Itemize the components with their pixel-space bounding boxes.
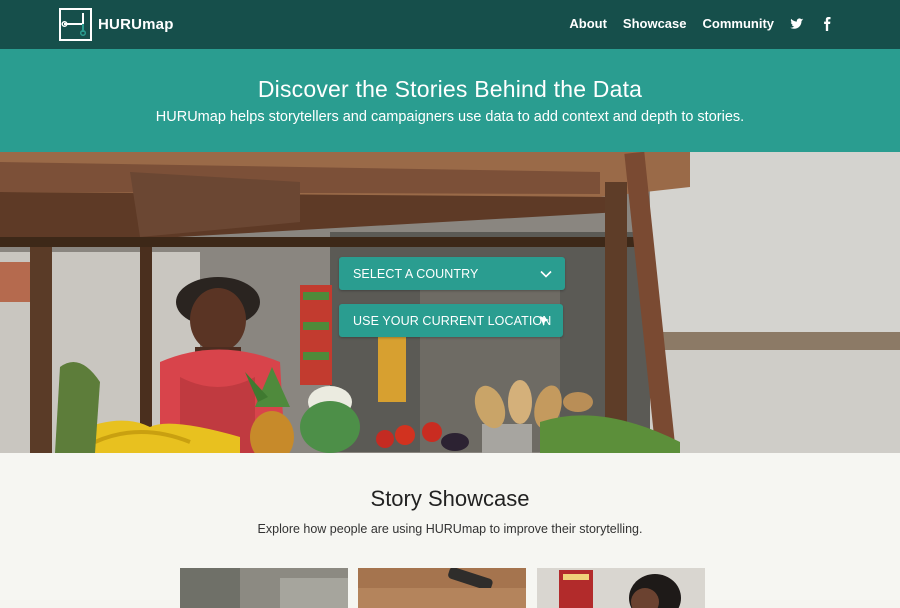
story-card-image[interactable]: [537, 568, 705, 608]
nav-link-community[interactable]: Community: [703, 16, 775, 31]
chevron-down-icon: [539, 267, 553, 281]
hero-photo: SELECT A COUNTRY USE YOUR CURRENT LOCATI…: [0, 152, 900, 453]
banner-title: Discover the Stories Behind the Data: [257, 76, 643, 102]
facebook-icon[interactable]: [820, 16, 834, 31]
nav-link-about[interactable]: About: [569, 16, 607, 31]
location-arrow-icon: [537, 314, 551, 328]
story-card-image[interactable]: [358, 568, 526, 608]
market-stall-photo: [0, 152, 900, 453]
nav-link-showcase[interactable]: Showcase: [623, 16, 687, 31]
story-card-image[interactable]: [180, 568, 348, 608]
story-thumbnail-2: [358, 568, 526, 608]
hurumap-logo-icon: [59, 8, 92, 41]
story-thumbnail-3: [537, 568, 705, 608]
select-country-label: SELECT A COUNTRY: [353, 266, 479, 281]
banner-subtitle: HURUmap helps storytellers and campaigne…: [155, 109, 745, 125]
nav-links: About Showcase Community: [553, 16, 834, 31]
story-thumbnail-1: [180, 568, 348, 608]
use-location-label: USE YOUR CURRENT LOCATION: [353, 313, 552, 328]
brand-name[interactable]: HURUmap: [98, 16, 174, 33]
select-country-dropdown[interactable]: SELECT A COUNTRY: [339, 257, 565, 290]
twitter-icon[interactable]: [790, 17, 804, 31]
showcase-title: Story Showcase: [370, 486, 530, 511]
hero-banner: Discover the Stories Behind the Data HUR…: [0, 49, 900, 152]
top-navbar: HURUmap About Showcase Community: [0, 0, 900, 49]
use-location-button[interactable]: USE YOUR CURRENT LOCATION: [339, 304, 563, 337]
story-showcase-section: Story Showcase Explore how people are us…: [0, 453, 900, 608]
brand-logo[interactable]: HURUmap: [59, 8, 174, 41]
showcase-subtitle: Explore how people are using HURUmap to …: [257, 522, 643, 536]
